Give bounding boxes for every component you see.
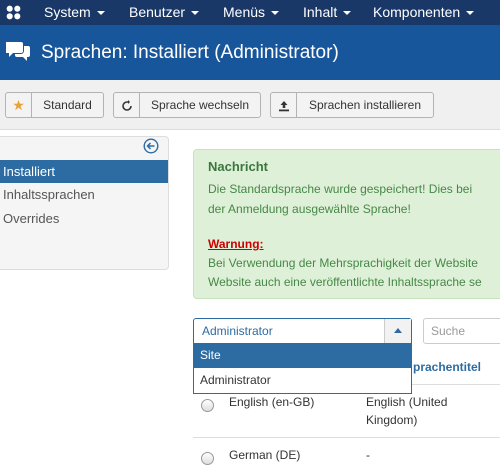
refresh-icon — [114, 93, 140, 117]
switch-language-button[interactable]: Sprache wechseln — [113, 92, 261, 118]
language-title: - — [366, 448, 370, 462]
dropdown-option-administrator[interactable]: Administrator — [194, 368, 411, 393]
sidebar-item-overrides[interactable]: Overrides — [0, 207, 168, 230]
sidebar-item-inhaltssprachen[interactable]: Inhaltssprachen — [0, 183, 168, 206]
caret-down-icon — [466, 11, 475, 16]
nav-komponenten[interactable]: Komponenten — [373, 0, 475, 25]
collapse-sidebar-icon[interactable] — [143, 138, 159, 154]
default-radio[interactable] — [201, 399, 214, 412]
success-message: Nachricht Die Standardsprache wurde gesp… — [193, 149, 500, 299]
chat-bubbles-icon — [6, 42, 30, 61]
nav-menus[interactable]: Menüs — [223, 0, 280, 25]
nav-inhalt[interactable]: Inhalt — [303, 0, 352, 25]
language-name: English (en-GB) — [229, 395, 315, 409]
caret-down-icon — [96, 11, 105, 16]
nav-benutzer[interactable]: Benutzer — [129, 0, 200, 25]
upload-icon — [271, 93, 297, 117]
client-dropdown: Site Administrator — [193, 343, 412, 394]
warning-label: Warnung: — [208, 237, 264, 251]
language-title: English (United — [366, 395, 448, 409]
language-title: Kingdom) — [366, 413, 418, 427]
column-header-title[interactable]: prachentitel — [413, 360, 481, 374]
caret-down-icon — [191, 11, 200, 16]
standard-button[interactable]: ★ Standard — [5, 92, 104, 118]
dropdown-option-site[interactable]: Site — [194, 343, 411, 368]
message-heading: Nachricht — [208, 159, 268, 174]
sidebar-item-installiert[interactable]: Installiert — [0, 160, 168, 183]
toolbar: ★ Standard Sprache wechseln Sprachen ins… — [0, 80, 500, 130]
search-input[interactable]: Suche — [423, 318, 500, 344]
top-navbar: System Benutzer Menüs Inhalt Komponenten — [0, 0, 500, 25]
language-name: German (DE) — [229, 448, 301, 462]
message-text: Die Standardsprache wurde gespeichert! D… — [208, 182, 473, 196]
message-text: der Anmeldung ausgewählte Sprache! — [208, 202, 411, 216]
nav-system[interactable]: System — [44, 0, 105, 25]
default-radio[interactable] — [201, 452, 214, 465]
caret-down-icon — [343, 11, 352, 16]
caret-down-icon — [271, 11, 280, 16]
message-text: Website auch eine veröffentlichte Inhalt… — [208, 275, 482, 289]
sidebar: Installiert Inhaltssprachen Overrides — [0, 136, 169, 270]
page-title: Sprachen: Installiert (Administrator) — [41, 42, 339, 63]
page-header: Sprachen: Installiert (Administrator) — [0, 25, 500, 80]
star-icon: ★ — [6, 93, 32, 117]
client-select[interactable]: Administrator — [193, 318, 412, 344]
chevron-up-icon[interactable] — [384, 319, 411, 343]
joomla-logo-icon[interactable] — [4, 3, 23, 22]
table-row: German (DE) - — [193, 437, 500, 476]
message-text: Bei Verwendung der Mehrsprachigkeit der … — [208, 256, 478, 270]
install-languages-button[interactable]: Sprachen installieren — [270, 92, 434, 118]
